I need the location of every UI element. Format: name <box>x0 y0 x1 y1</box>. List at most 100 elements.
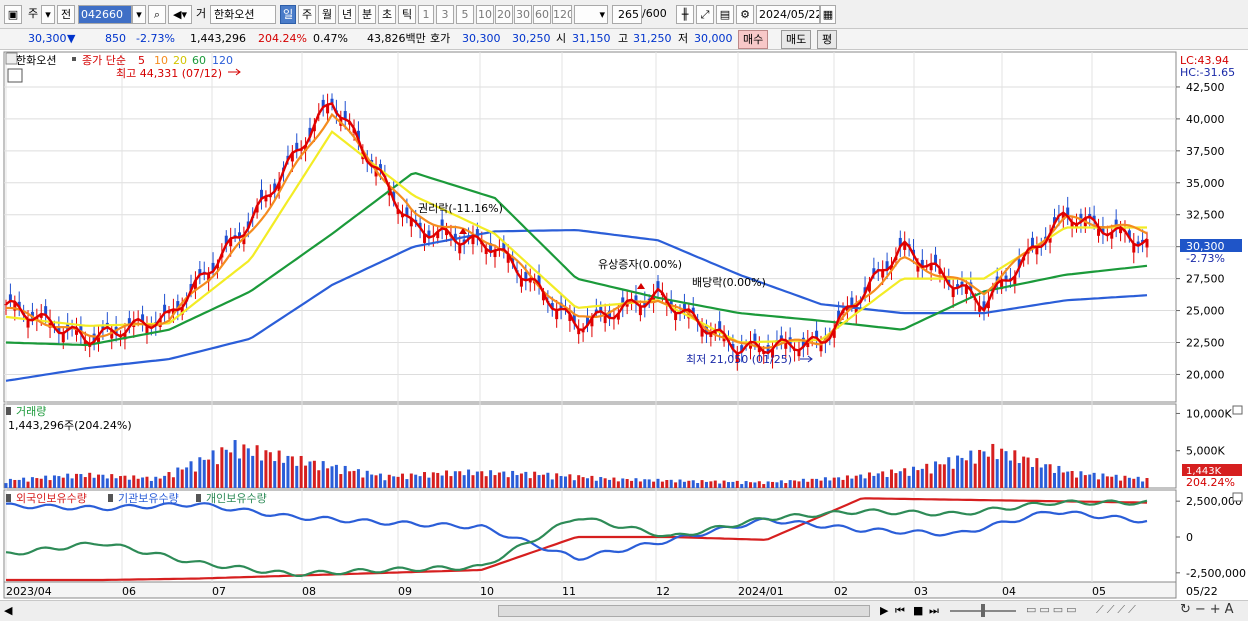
volume-bar <box>458 471 462 488</box>
volume-bar <box>612 477 616 488</box>
volume-panel-close-icon[interactable] <box>1232 405 1243 415</box>
interval-5[interactable]: 5 <box>456 5 474 24</box>
stock-name-field[interactable]: 한화오션 <box>210 5 276 24</box>
volume-bar <box>934 461 938 488</box>
event-dividend-ex: 배당락(0.00%) <box>692 276 766 289</box>
volume-bar <box>35 478 39 488</box>
tab-month[interactable]: 월 <box>318 5 336 24</box>
volume-tick-label: 10,000K <box>1186 407 1232 420</box>
chart-scrollbar[interactable]: ◀ ▶ ⏮ ■ ⏭ ▭▭▭▭ ⟋⟋⟋⟋ ↻−+A <box>0 600 1248 621</box>
interval-10[interactable]: 10 <box>476 5 494 24</box>
volume-bar <box>462 475 466 488</box>
draw-tool-icon[interactable]: ⤢ <box>696 5 714 24</box>
volume-bar <box>295 465 299 488</box>
volume-bar <box>193 471 197 488</box>
volume-bar <box>1039 467 1043 488</box>
calendar-icon[interactable]: ▦ <box>820 5 836 24</box>
volume-bar <box>753 482 757 488</box>
volume-bar <box>418 476 422 488</box>
volume-bar <box>119 476 123 488</box>
date-input[interactable]: 2024/05/22 <box>756 5 820 24</box>
holdings-panel-close-icon[interactable] <box>1232 492 1243 502</box>
volume-bar <box>1145 478 1149 488</box>
tab-second[interactable]: 초 <box>378 5 396 24</box>
candle-body <box>718 321 722 330</box>
interval-30[interactable]: 30 <box>514 5 532 24</box>
low-label: 저 <box>678 32 689 45</box>
first-page-icon[interactable]: ⏮ <box>895 604 905 618</box>
volume-bar <box>132 475 136 488</box>
scroll-thumb[interactable] <box>498 605 870 617</box>
layout-tools-icons[interactable]: ▭▭▭▭ <box>1026 603 1080 616</box>
volume-bar <box>885 477 889 488</box>
volume-bar <box>158 478 162 488</box>
stop-icon[interactable]: ■ <box>913 604 923 617</box>
table-icon[interactable] <box>7 68 23 83</box>
interval-dropdown[interactable]: ▾ <box>574 5 608 24</box>
stock-chart[interactable]: 20,00022,50025,00027,50030,00032,50035,0… <box>0 50 1248 600</box>
volume-bar <box>819 480 823 488</box>
interval-20[interactable]: 20 <box>495 5 513 24</box>
interval-120[interactable]: 120 <box>552 5 572 24</box>
last-page-icon[interactable]: ⏭ <box>929 604 939 618</box>
scroll-left-icon[interactable]: ◀ <box>4 604 12 617</box>
market-dropdown-icon[interactable]: ▾ <box>41 5 55 24</box>
stock-code-input[interactable]: 042660 <box>78 5 132 24</box>
search-icon[interactable]: ⌕ <box>148 5 166 24</box>
price-tick-label: 20,000 <box>1186 368 1225 381</box>
tab-day[interactable]: 일 <box>280 5 296 24</box>
volume-bar <box>198 457 202 488</box>
price-tick-label: 35,000 <box>1186 177 1225 190</box>
volume-bar <box>740 484 744 488</box>
buy-button[interactable]: 매수 <box>738 30 769 49</box>
sell-button[interactable]: 매도 <box>781 30 812 49</box>
count-input[interactable]: 265 <box>612 5 642 24</box>
volume-bar <box>101 474 105 488</box>
date-tick-label: 03 <box>914 585 928 598</box>
date-tick-label: 05/22 <box>1186 585 1218 598</box>
zoom-controls-icons[interactable]: ↻−+A <box>1180 602 1238 617</box>
high-label: 고 <box>618 32 629 45</box>
window-menu-icon[interactable]: ▣ <box>4 5 22 24</box>
volume-bar <box>572 480 576 488</box>
volume-bar <box>436 472 440 488</box>
speaker-icon[interactable]: ◀▾ <box>168 5 192 24</box>
scroll-right-icon[interactable]: ▶ <box>880 604 888 617</box>
volume-bar <box>656 478 660 488</box>
volume-bar <box>678 479 682 488</box>
volume-bar <box>145 476 149 488</box>
volume-bar <box>766 481 770 488</box>
x-axis-frame <box>3 581 1177 599</box>
tab-week[interactable]: 주 <box>298 5 316 24</box>
interval-1[interactable]: 1 <box>418 5 434 24</box>
volume-bar <box>1132 478 1136 488</box>
volume-bar <box>211 450 215 488</box>
eval-button[interactable]: 평 <box>817 30 838 49</box>
interval-60[interactable]: 60 <box>533 5 551 24</box>
current-price: 30,300 <box>28 32 67 45</box>
code-dropdown-icon[interactable]: ▾ <box>132 5 146 24</box>
open-price: 31,150 <box>572 32 611 45</box>
volume-legend-icon <box>6 407 11 415</box>
zoom-slider-handle[interactable] <box>981 604 985 617</box>
tab-tick[interactable]: 틱 <box>398 5 416 24</box>
volume-bar <box>590 475 594 488</box>
save-icon[interactable]: ▤ <box>716 5 734 24</box>
drawing-tools-icons[interactable]: ⟋⟋⟋⟋ <box>1096 603 1139 617</box>
tab-minute[interactable]: 분 <box>358 5 376 24</box>
gear-icon[interactable]: ⚙ <box>736 5 754 24</box>
volume-bar <box>1079 471 1083 488</box>
volume-bar <box>220 447 224 488</box>
volume-bar <box>912 466 916 488</box>
prev-button[interactable]: 전 <box>57 5 75 24</box>
volume-bar <box>79 474 83 488</box>
volume-bar <box>105 478 109 488</box>
tab-year[interactable]: 년 <box>338 5 356 24</box>
volume-bar <box>1013 450 1017 488</box>
price-tick-label: 40,000 <box>1186 113 1225 126</box>
volume-bar <box>277 450 281 488</box>
legend-foreign-holdings: 외국인보유수량 <box>16 492 87 505</box>
interval-3[interactable]: 3 <box>436 5 454 24</box>
candle-type-icon[interactable]: ╫ <box>676 5 694 24</box>
volume-bar <box>1052 472 1056 488</box>
